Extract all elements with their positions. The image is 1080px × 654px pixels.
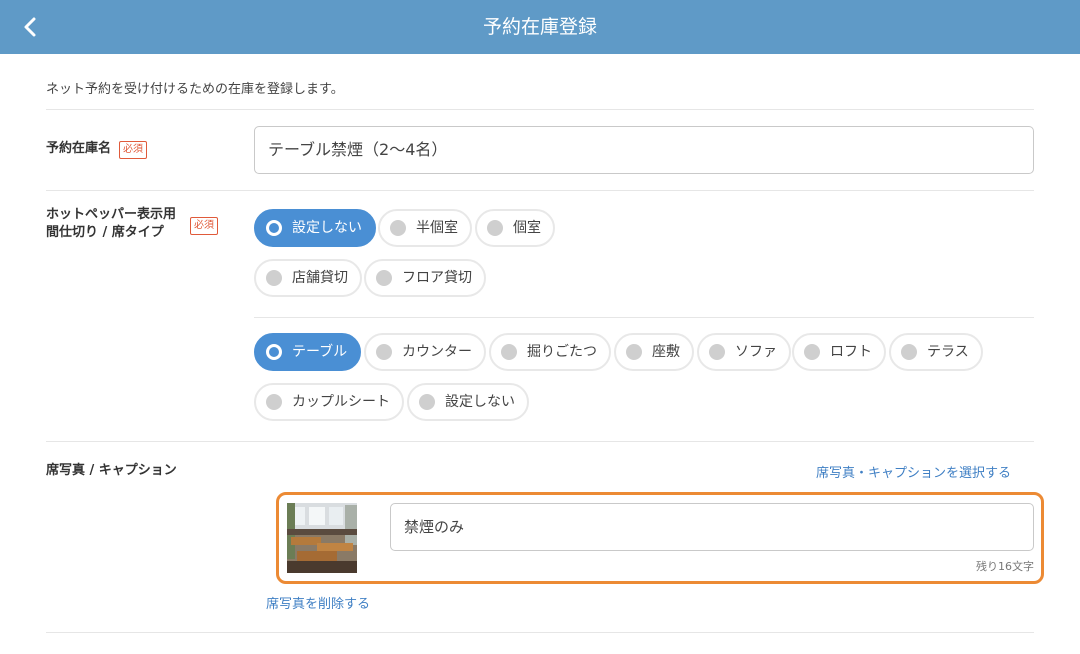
divider [254, 317, 1034, 318]
radio-selected-icon [266, 344, 282, 360]
seat-option-table[interactable]: テーブル [254, 333, 362, 371]
divider [46, 190, 1034, 191]
seat-option-sofa[interactable]: ソファ [697, 333, 791, 371]
seat-type-label-line2: 間仕切り / 席タイプ [46, 225, 164, 240]
divider [46, 109, 1034, 110]
stock-name-label: 予約在庫名 [46, 141, 112, 156]
select-photo-link[interactable]: 席写真・キャプションを選択する [816, 462, 1011, 481]
seat-option-zashiki[interactable]: 座敷 [614, 333, 694, 371]
radio-icon [487, 220, 503, 236]
stock-name-input[interactable]: テーブル禁煙（2〜4名） [254, 126, 1034, 174]
partition-option-floor-charter[interactable]: フロア貸切 [364, 259, 486, 297]
required-badge: 必須 [119, 141, 147, 159]
seat-option-loft[interactable]: ロフト [792, 333, 886, 371]
seat-type-label-line1: ホットペッパー表示用 [46, 207, 177, 222]
radio-selected-icon [266, 220, 282, 236]
photo-caption-label: 席写真 / キャプション [46, 463, 177, 478]
radio-icon [501, 344, 517, 360]
radio-icon [266, 394, 282, 410]
caption-input[interactable]: 禁煙のみ [390, 503, 1034, 551]
app-header: 予約在庫登録 [0, 0, 1080, 54]
radio-icon [804, 344, 820, 360]
remaining-characters: 残り16文字 [976, 560, 1034, 573]
partition-option-none[interactable]: 設定しない [254, 209, 376, 247]
page-title: 予約在庫登録 [482, 16, 597, 38]
divider [46, 441, 1034, 442]
seat-option-none[interactable]: 設定しない [407, 383, 529, 421]
radio-icon [709, 344, 725, 360]
divider [46, 632, 1034, 633]
radio-icon [376, 270, 392, 286]
delete-photo-link[interactable]: 席写真を削除する [266, 593, 370, 612]
intro-text: ネット予約を受け付けるための在庫を登録します。 [46, 82, 344, 97]
seat-option-terrace[interactable]: テラス [889, 333, 983, 371]
partition-option-semi-private[interactable]: 半個室 [378, 209, 472, 247]
partition-option-private[interactable]: 個室 [475, 209, 555, 247]
seat-option-horigotatsu[interactable]: 掘りごたつ [489, 333, 611, 371]
radio-icon [419, 394, 435, 410]
radio-icon [901, 344, 917, 360]
seat-option-counter[interactable]: カウンター [364, 333, 486, 371]
seat-photo-thumbnail[interactable] [287, 503, 357, 573]
radio-icon [390, 220, 406, 236]
seat-option-couple-seat[interactable]: カップルシート [254, 383, 404, 421]
radio-icon [266, 270, 282, 286]
radio-icon [376, 344, 392, 360]
partition-option-store-charter[interactable]: 店舗貸切 [254, 259, 362, 297]
required-badge: 必須 [190, 217, 218, 235]
radio-icon [626, 344, 642, 360]
